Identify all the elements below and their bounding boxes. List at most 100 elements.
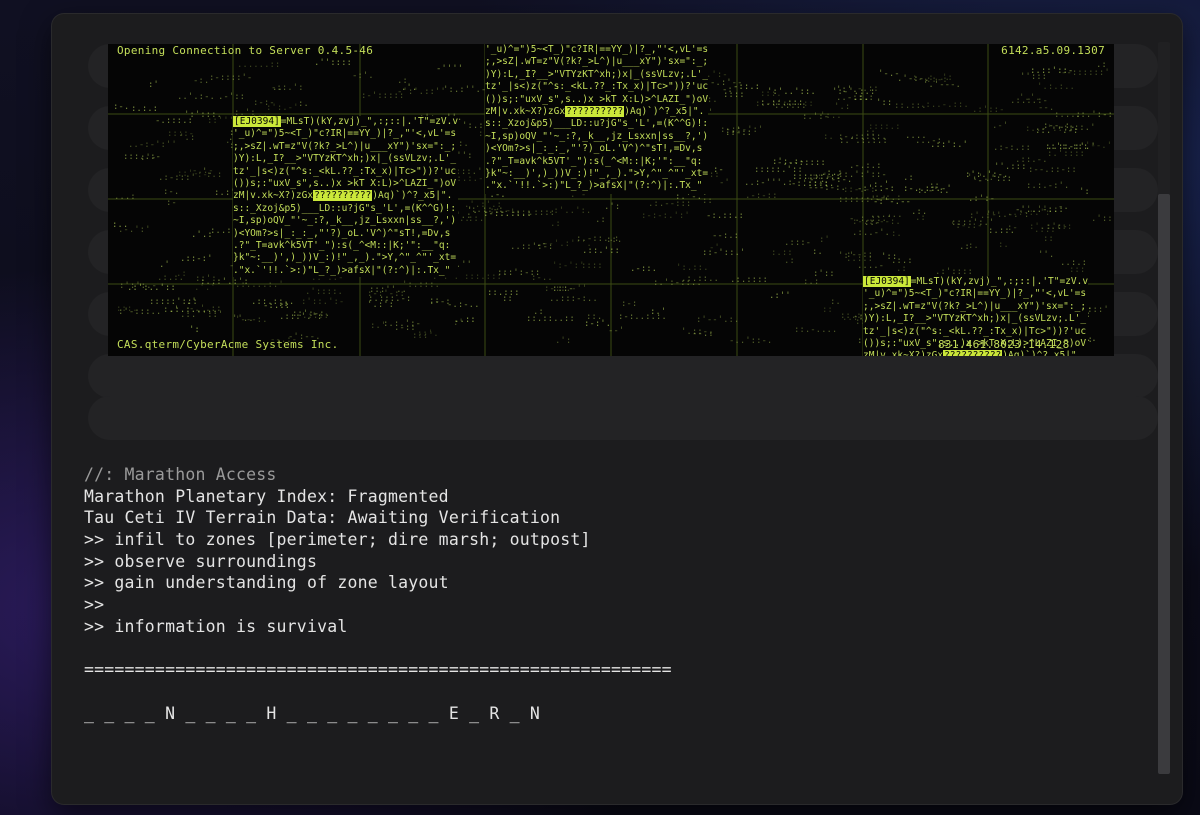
noise-glyph: :. [823,132,834,142]
noise-glyph: -.:::.: [155,116,193,126]
log-line: >> [84,595,105,615]
noise-glyph: .::.':: [582,246,620,256]
noise-glyph: .::-:' [180,254,213,264]
glitch-line: )Y):L,_I?__>"VTYzKT^xh;)x|_(ssVLzv;.L'_ [233,153,457,165]
noise-glyph: .... [905,131,927,141]
noise-glyph: ..:.: [1060,258,1087,268]
noise-glyph: :.' [650,307,666,317]
log-line: >> information is survival [84,616,348,636]
noise-glyph: :. [998,240,1009,250]
noise-glyph: -..'::-. [729,336,772,346]
entry-tag: [EJ0394] [863,276,911,287]
noise-glyph: .: [550,219,561,229]
noise-glyph: .:':- [968,194,995,204]
log-line: >> infil to zones [perimeter; dire marsh… [84,530,591,550]
masked-value: ?????????? [313,190,373,202]
noise-glyph: '.''.: [1026,205,1059,215]
noise-glyph: ::':.::: [1045,142,1088,152]
noise-glyph: -:.::::. [791,179,834,189]
noise-glyph: :. [458,139,469,149]
noise-glyph: .'::::. [305,287,343,297]
log-line: Marathon Planetary Index: Fragmented [84,486,449,506]
coordinate-readout: 831.461.8023.14.128 [938,338,1070,351]
noise-glyph: .' [159,260,170,270]
noise-glyph: .'-:-. [897,74,930,84]
glitch-line: ~I,sp)oQV_"'~_:?,_k__,jz_Lsxxn|ss__?,') [233,215,457,227]
log-line: Tau Ceti IV Terrain Data: Awaiting Verif… [84,508,561,528]
scrollbar-thumb[interactable] [1158,194,1170,774]
noise-glyph: ': [189,325,200,335]
noise-glyph: .: [915,213,926,223]
noise-glyph: :. [298,99,309,109]
noise-glyph: .-.:.: [849,161,882,171]
noise-glyph: :-.. [531,273,553,283]
noise-glyph: .:'' [769,291,791,301]
noise-glyph: .:..-.::. [920,100,969,110]
noise-glyph: .:..-'. [852,228,890,238]
noise-glyph: ''.::: [994,162,1027,172]
noise-glyph: :-: [621,299,637,309]
log-line: >> gain understanding of zone layout [84,573,449,593]
noise-glyph: ..:-'''.: [744,178,793,188]
entry-tag: [EJ0394] [233,116,281,127]
noise-glyph: ::-'::.' [702,248,745,258]
noise-glyph: ::. [586,312,602,322]
glitch-line: )<YOm?>s|_:_:_,"'?)_oL.'V^)^"sT!,=Dv,s [485,143,703,155]
glitch-line: zM|v.xk~X?)zGx??????????)Aq)`)^?_x5|". [485,106,705,118]
noise-glyph: :..:'.:': [200,277,249,287]
noise-glyph: -'''' [436,64,463,74]
vendor-label: CAS.qterm/CyberAcme Systems Inc. [117,338,339,351]
noise-glyph: :--.:. [1043,121,1076,131]
noise-glyph: ..:: [842,313,864,323]
noise-glyph: '.:.:.. [1037,82,1075,92]
noise-glyph: :-. [163,187,179,197]
glitch-text-block: '_u)^=")5~<T_)"c?IR|==YY_)|?_,"'<,vL'=s;… [485,44,709,194]
noise-glyph: :: [429,296,440,306]
noise-glyph: :' [819,235,830,245]
noise-glyph: :.:.-:'. [1026,181,1069,191]
noise-glyph: .-::. [630,264,657,274]
glitch-line: tz'_|s<)z("^s:_<kL.??_:Tx_x)|Tc>"))?'uc [863,325,1087,337]
noise-glyph: .: [903,173,914,183]
noise-glyph: :.' [873,180,889,190]
noise-glyph: :' [148,80,159,90]
noise-glyph: .:-:.: [869,193,902,203]
noise-glyph: .:::: [528,208,555,218]
noise-glyph: .- [536,239,547,249]
log-line: ========================================… [84,660,672,680]
noise-glyph: .: [595,215,606,225]
noise-glyph: :--.::-:: [1028,165,1077,175]
glitch-line: '_u)^=")5~<T_)"c?IR|==YY_)|?_,"'<,vL'=s [863,288,1087,300]
noise-glyph: '.::-. [681,327,714,337]
noise-glyph: -.:-.. [447,300,480,310]
noise-glyph: :.:.: [131,104,158,114]
noise-glyph: '--.'. [1085,141,1114,151]
noise-glyph: :-::-':' [720,125,763,135]
noise-glyph: -:. [193,76,209,86]
glitch-line: s::_Xzoj&p5)___LD::u?jG"s_'L',=(K^^G)!: [233,202,457,214]
noise-glyph: :':: [813,269,835,279]
noise-glyph: .:.:::: [730,275,768,285]
noise-glyph: :'--'.:. [696,315,739,325]
noise-glyph: ..:: [454,315,476,325]
noise-glyph: ':.. [820,111,842,121]
glitch-line: '_u)^=")5~<T_)"c?IR|==YY_)|?_,"'<,vL'=s [485,44,709,55]
glitch-line: ())s;:"uxV_s",s..)x >kT X:L)>^LAZI_")oV [233,178,457,190]
noise-glyph: :':- [1046,222,1068,232]
noise-glyph: ''::: [1020,72,1047,82]
noise-glyph: .': [555,336,571,346]
noise-glyph: :::: [723,90,745,100]
noise-glyph: ':.::. [676,263,709,273]
glitch-line: s::_Xzoj&p5)___LD::u?jG"s_'L',=(K^^G)!: [485,118,709,130]
glitch-line: )Y):L,_I?__>"VTYzKT^xh;)x|_(ssVLzv;.L'_ [485,68,709,80]
noise-glyph: ': [1079,187,1090,197]
noise-glyph: .'. [401,83,417,93]
noise-glyph: ......:: [237,60,280,70]
noise-glyph: ::.::: [487,288,520,298]
glitch-line: ())s;:"uxV_s",s..)x >kT X:L)>^LAZI_")oV [485,93,709,105]
glitch-line: tz'_|s<)z("^s:_<kL.??_:Tx_x)|Tc>"))?'uc [233,165,457,177]
noise-glyph: .:.''::' [180,310,223,320]
noise-glyph: :.'.:.:.: [839,136,888,146]
noise-glyph: ...: [114,192,136,202]
